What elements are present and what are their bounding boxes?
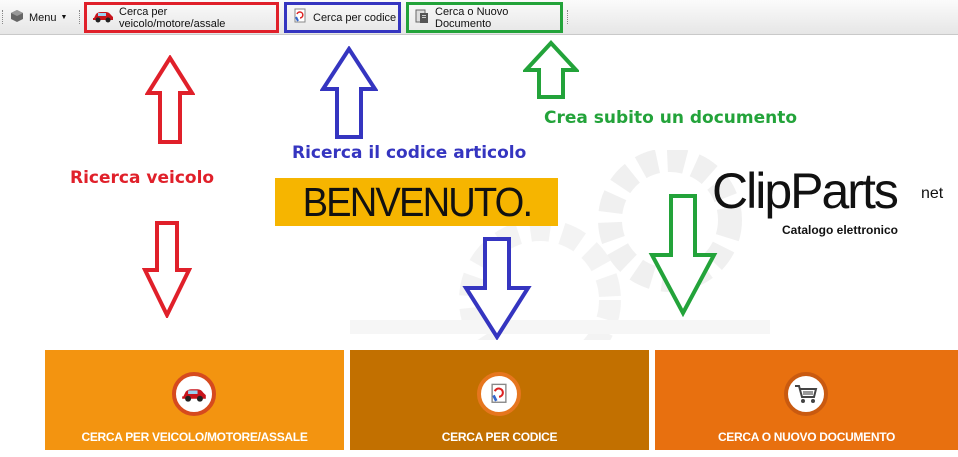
annotation-document: Crea subito un documento <box>544 108 798 128</box>
arrow-down-red-icon <box>142 221 192 318</box>
arrow-up-blue-icon <box>320 46 378 139</box>
search-code-label: Cerca per codice <box>313 11 397 24</box>
annotation-vehicle: Ricerca veicolo <box>70 168 215 188</box>
card-search-vehicle[interactable]: CERCA PER VEICOLO/MOTORE/ASSALE <box>45 350 344 450</box>
card-code-circle <box>477 372 521 416</box>
card-document-circle <box>784 372 828 416</box>
search-vehicle-button[interactable]: Cerca per veicolo/motore/assale <box>84 2 279 33</box>
card-search-code[interactable]: CERCA PER CODICE <box>350 350 649 450</box>
search-document-button[interactable]: Cerca o Nuovo Documento <box>406 2 563 33</box>
arrow-down-green-icon <box>648 194 718 317</box>
menu-button[interactable]: Menu ▼ <box>10 2 72 33</box>
toolbar: Menu ▼ Cerca per veicolo/motore/assale C… <box>0 0 958 35</box>
arrow-up-green-icon <box>523 40 579 99</box>
clipparts-logo: ClipParts net Catalogo elettronico <box>712 165 947 245</box>
toolbar-grip[interactable] <box>2 10 5 24</box>
search-code-button[interactable]: Cerca per codice <box>284 2 401 33</box>
card-document-label: CERCA O NUOVO DOCUMENTO <box>717 430 896 444</box>
card-vehicle-label: CERCA PER VEICOLO/MOTORE/ASSALE <box>81 430 308 444</box>
document-icon <box>414 8 430 27</box>
annotation-code: Ricerca il codice articolo <box>292 143 527 163</box>
toolbar-separator <box>79 10 82 24</box>
card-vehicle-circle <box>172 372 216 416</box>
welcome-text: BENVENUTO. <box>302 178 532 225</box>
toolbar-separator <box>567 10 570 24</box>
menu-label: Menu <box>29 11 57 24</box>
code-search-icon <box>292 8 308 27</box>
welcome-banner: BENVENUTO. <box>275 178 558 226</box>
logo-brand: ClipParts <box>712 163 899 219</box>
search-document-label: Cerca o Nuovo Documento <box>435 5 509 30</box>
arrow-up-red-icon <box>145 55 195 144</box>
logo-tagline: Catalogo elettronico <box>782 223 899 237</box>
arrow-down-blue-icon <box>462 237 532 340</box>
menu-dropdown-icon: ▼ <box>60 14 68 21</box>
car-icon <box>92 9 114 26</box>
car-icon <box>182 389 206 402</box>
code-search-icon <box>491 383 507 403</box>
logo-suffix: net <box>921 185 944 202</box>
search-vehicle-label: Cerca per veicolo/motore/assale <box>119 5 226 30</box>
menu-cube-icon <box>10 9 24 26</box>
card-code-label: CERCA PER CODICE <box>441 430 558 444</box>
card-search-document[interactable]: CERCA O NUOVO DOCUMENTO <box>655 350 958 450</box>
cart-icon <box>795 385 818 403</box>
